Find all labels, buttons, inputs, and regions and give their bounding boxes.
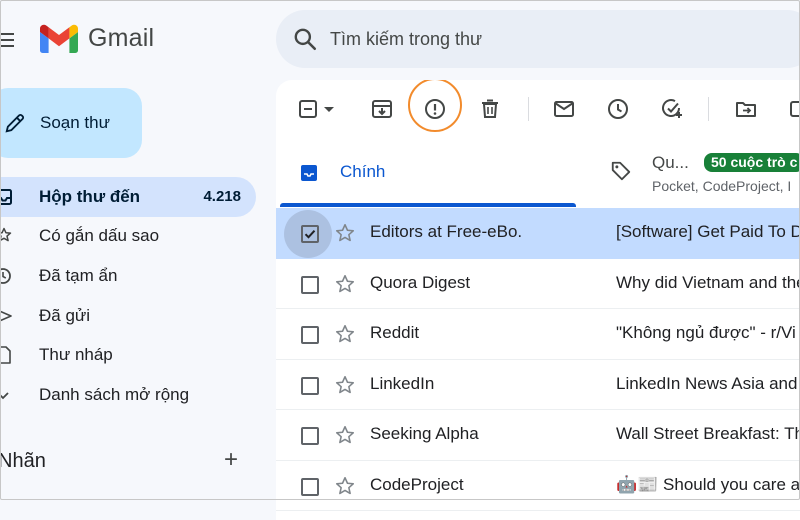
report-spam-icon[interactable] <box>423 97 447 121</box>
sidebar-item-starred[interactable]: Có gắn dấu sao <box>0 217 256 257</box>
email-sender: Seeking Alpha <box>370 424 479 443</box>
sidebar-item-label: Danh sách mở rộng <box>39 384 190 404</box>
sidebar-item-snoozed[interactable]: Đã tạm ẩn <box>0 256 256 296</box>
email-subject: Why did Vietnam and the <box>616 272 800 292</box>
tab-primary[interactable]: Chính <box>276 146 576 208</box>
dropdown-arrow-icon[interactable] <box>322 97 336 121</box>
sidebar-item-more[interactable]: Danh sách mở rộng <box>0 375 256 415</box>
email-row[interactable]: Reddit "Không ngủ được" - r/Vi <box>276 309 800 360</box>
add-task-icon[interactable] <box>660 97 684 121</box>
email-subject: "Không ngủ được" - r/Vi <box>616 323 796 342</box>
search-bar[interactable]: Tìm kiếm trong thư <box>276 10 800 68</box>
chevron-down-icon <box>0 392 9 400</box>
email-sender: Quora Digest <box>370 272 471 292</box>
gmail-logo[interactable]: Gmail <box>40 24 154 53</box>
new-conversations-badge: 50 cuộc trò c <box>704 153 800 172</box>
sidebar-nav: Hộp thư đến 4.218 Có gắn dấu sao Đã tạm … <box>0 177 256 415</box>
send-icon <box>0 309 12 322</box>
label-icon[interactable] <box>788 97 800 121</box>
mail-list-panel: Chính Qu... 50 cuộc trò c Pocket, CodePr… <box>276 80 800 520</box>
sidebar-item-label: Hộp thư đến <box>39 186 141 206</box>
add-label-button[interactable]: + <box>224 448 238 472</box>
star-icon[interactable] <box>334 374 356 396</box>
mark-unread-icon[interactable] <box>552 97 576 121</box>
email-row[interactable]: Quora Digest Why did Vietnam and the <box>276 259 800 309</box>
sidebar-item-label: Đã gửi <box>39 305 91 325</box>
inbox-icon <box>0 188 12 205</box>
search-input[interactable]: Tìm kiếm trong thư <box>330 29 482 50</box>
gmail-wordmark: Gmail <box>88 24 155 52</box>
email-subject: Wall Street Breakfast: Th <box>616 424 800 443</box>
search-icon[interactable] <box>292 26 318 52</box>
sidebar-item-inbox[interactable]: Hộp thư đến 4.218 <box>0 177 256 217</box>
email-sender: LinkedIn <box>370 373 435 393</box>
email-row[interactable]: CodeProject 🤖📰 Should you care a <box>276 461 800 511</box>
email-row[interactable]: Seeking Alpha Wall Street Breakfast: Th <box>276 410 800 461</box>
tag-icon <box>611 161 631 181</box>
gmail-m-icon <box>40 24 78 53</box>
category-tabs: Chính Qu... 50 cuộc trò c Pocket, CodePr… <box>276 146 800 208</box>
star-icon[interactable] <box>334 424 356 446</box>
row-checkbox[interactable] <box>301 427 319 445</box>
delete-icon[interactable] <box>478 97 502 121</box>
draft-icon <box>0 346 11 364</box>
star-icon[interactable] <box>334 222 356 244</box>
snooze-icon[interactable] <box>606 97 630 121</box>
tab-primary-label: Chính <box>340 162 386 181</box>
tab-promotions[interactable]: Qu... 50 cuộc trò c Pocket, CodeProject,… <box>606 146 800 208</box>
sidebar-item-sent[interactable]: Đã gửi <box>0 296 256 336</box>
compose-button[interactable]: Soạn thư <box>0 88 142 158</box>
main-menu-icon[interactable] <box>0 29 16 49</box>
row-checkbox[interactable] <box>301 376 319 395</box>
email-row[interactable]: LinkedIn LinkedIn News Asia and <box>276 360 800 410</box>
select-checkbox-icon[interactable] <box>296 97 320 121</box>
sidebar-item-drafts[interactable]: Thư nháp <box>0 335 256 375</box>
row-checkbox[interactable] <box>301 275 319 294</box>
mail-toolbar <box>276 80 800 136</box>
email-sender: Editors at Free-eBo. <box>370 222 523 241</box>
email-subject: LinkedIn News Asia and <box>616 373 798 393</box>
promotions-senders: Pocket, CodeProject, I <box>652 178 792 194</box>
email-sender: CodeProject <box>370 474 464 494</box>
archive-icon[interactable] <box>370 97 394 121</box>
star-icon <box>0 228 12 242</box>
email-sender: Reddit <box>370 323 420 342</box>
email-row[interactable]: Editors at Free-eBo. [Software] Get Paid… <box>276 208 800 259</box>
star-icon[interactable] <box>334 475 356 497</box>
move-to-icon[interactable] <box>734 97 758 121</box>
active-tab-indicator <box>280 203 576 207</box>
inbox-unread-count: 4.218 <box>203 188 241 206</box>
tab-promotions-label: Qu... <box>652 153 689 172</box>
labels-heading: Nhãn <box>0 450 46 472</box>
star-icon[interactable] <box>334 273 356 295</box>
compose-label: Soạn thư <box>40 113 110 132</box>
row-checkbox[interactable] <box>301 225 319 243</box>
clock-icon <box>0 268 11 284</box>
sidebar-item-label: Đã tạm ẩn <box>39 265 118 285</box>
inbox-tab-icon <box>301 165 317 181</box>
pencil-icon <box>5 113 25 133</box>
sidebar-item-label: Thư nháp <box>39 345 113 365</box>
email-subject: 🤖📰 Should you care a <box>616 474 800 494</box>
toolbar-divider <box>528 97 529 121</box>
star-icon[interactable] <box>334 323 356 345</box>
email-subject: [Software] Get Paid To Do <box>616 222 800 241</box>
email-list: Editors at Free-eBo. [Software] Get Paid… <box>276 208 800 511</box>
row-checkbox[interactable] <box>301 477 319 496</box>
toolbar-divider <box>708 97 709 121</box>
row-checkbox[interactable] <box>301 326 319 344</box>
check-icon <box>304 230 316 239</box>
sidebar-item-label: Có gắn dấu sao <box>39 226 160 246</box>
